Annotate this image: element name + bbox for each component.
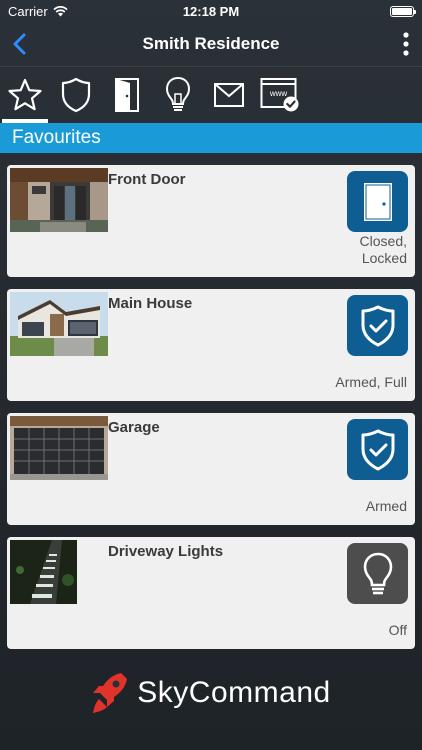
garage-thumbnail — [10, 416, 108, 480]
vertical-dots-icon — [403, 32, 409, 56]
rocket-icon — [93, 673, 128, 713]
light-toggle-button[interactable] — [347, 543, 408, 604]
card-status: Closed, Locked — [359, 233, 407, 266]
card-status: Armed — [365, 498, 407, 514]
more-options-button[interactable] — [380, 29, 410, 59]
front-door-thumbnail — [10, 168, 108, 232]
card-title: Main House — [108, 295, 193, 312]
battery-icon — [390, 5, 416, 17]
status-bar: Carrier 12:18 PM — [0, 0, 422, 22]
door-status-button[interactable] — [347, 171, 408, 232]
card-title: Front Door — [108, 171, 186, 188]
card-title: Driveway Lights — [108, 543, 224, 560]
security-status-button[interactable] — [347, 295, 408, 356]
back-button[interactable] — [12, 29, 42, 59]
card-status: Off — [388, 622, 407, 638]
section-title: Favourites — [12, 127, 101, 148]
security-status-button[interactable] — [347, 419, 408, 480]
lightbulb-icon — [363, 552, 392, 594]
favourite-card-main-house[interactable]: Main House Armed, Full — [7, 289, 415, 401]
brand-name: SkyCommand — [137, 676, 331, 709]
category-tabs: www — [0, 66, 422, 123]
brand-footer: SkyCommand — [0, 668, 422, 718]
nav-bar: Smith Residence — [0, 22, 422, 66]
tab-doors[interactable] — [104, 67, 150, 123]
chevron-left-icon — [13, 33, 26, 55]
favourite-card-front-door[interactable]: Front Door Closed, Locked — [7, 165, 415, 277]
shield-check-icon — [361, 429, 394, 470]
mail-icon — [214, 83, 244, 107]
door-icon — [363, 182, 392, 221]
door-icon — [115, 78, 139, 112]
shield-icon — [61, 77, 91, 113]
status-left: Carrier — [8, 4, 68, 19]
favourite-card-driveway-lights[interactable]: Driveway Lights Off — [7, 537, 415, 649]
section-header: Favourites — [0, 123, 422, 153]
tab-messages[interactable] — [206, 67, 252, 123]
www-label: www — [269, 89, 288, 98]
driveway-lights-thumbnail — [10, 540, 77, 604]
shield-check-icon — [361, 305, 394, 346]
card-status: Armed, Full — [335, 374, 407, 390]
tab-web[interactable]: www — [257, 67, 303, 123]
favourites-list: Front Door Closed, Locked Main House Arm… — [0, 153, 422, 649]
page-title: Smith Residence — [142, 34, 280, 53]
carrier-label: Carrier — [8, 3, 48, 19]
favourite-card-garage[interactable]: Garage Armed — [7, 413, 415, 525]
tab-lights[interactable] — [155, 67, 201, 123]
www-icon: www — [260, 78, 299, 112]
tab-security[interactable] — [53, 67, 99, 123]
star-icon — [8, 78, 42, 111]
card-title: Garage — [108, 419, 160, 436]
lightbulb-icon — [165, 76, 191, 111]
tab-favourites[interactable] — [2, 67, 48, 123]
main-house-thumbnail — [10, 292, 108, 356]
wifi-icon — [53, 5, 68, 16]
